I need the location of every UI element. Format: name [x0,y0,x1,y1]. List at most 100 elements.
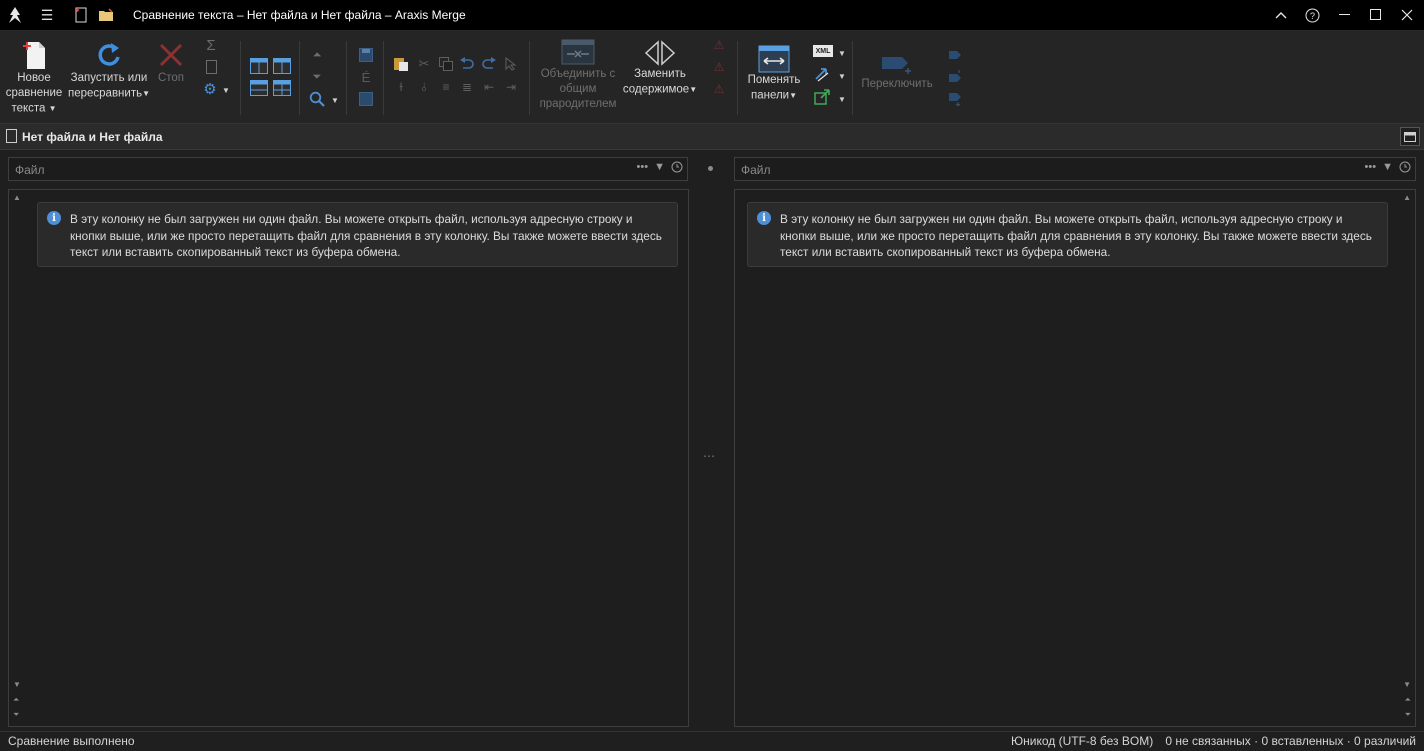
right-notice-line-1: В эту колонку не был загружен ни один фа… [780,212,1343,226]
ribbon-separator [383,41,384,115]
merge-with-ancestor-button[interactable]: Объединить с общим прародителем [536,39,620,112]
replace-content-button[interactable]: Заменить содержимое▼ [620,39,700,98]
ribbon-separator [240,41,241,115]
gear-icon[interactable]: ⚙ [202,81,218,98]
history-icon[interactable] [1399,161,1411,176]
previous-change-icon[interactable]: ⏶ [1405,695,1411,705]
last-change-icon[interactable]: ⏷ [309,69,325,85]
chevron-down-icon: ▼ [142,89,151,98]
scroll-down-icon[interactable]: ▼ [13,680,21,689]
indent-icon[interactable]: ⇥ [503,79,519,95]
open-folder-icon[interactable] [97,6,115,24]
stop-x-icon [159,43,183,67]
new-comparison-button[interactable]: Новое сравнение текста ▼ [4,39,64,117]
warning-icon[interactable]: ⚠ [711,37,727,53]
warning-previous-icon[interactable]: ⚠ [711,59,727,75]
svg-text:?: ? [1309,11,1314,21]
maximize-button[interactable] [1364,4,1388,26]
status-bar: Сравнение выполнено Юникод (UTF-8 без BO… [0,731,1424,751]
previous-change-icon[interactable]: ⏶ [13,695,19,705]
save-icon[interactable] [358,47,374,63]
left-address-bar[interactable]: Файл ••• ▼ [8,157,688,181]
left-address-placeholder: Файл [15,163,45,177]
two-pane-layout-icon[interactable] [250,58,268,74]
info-icon: i [757,211,771,225]
insert-line-above-icon[interactable]: Ɨ [393,79,409,95]
three-way-merge-icon [561,39,595,65]
first-change-icon[interactable]: ⏶ [309,47,325,63]
switch-tag-icon [882,57,911,74]
switch-label: Переключить [861,78,933,90]
document-tab-title[interactable]: Нет файла и Нет файла [22,130,163,144]
undo-icon[interactable] [459,56,475,72]
chevron-down-icon: ▼ [789,91,798,100]
merge-label-2: общим [559,83,597,95]
horizontal-layout-icon[interactable] [250,80,268,96]
title-bar: ☰ Сравнение текста – Нет файла и Нет фай… [0,0,1424,31]
right-address-bar[interactable]: Файл ••• ▼ [734,157,1416,181]
format-line-icon[interactable]: ≣ [459,79,475,95]
rerun-comparison-button[interactable]: Запустить или пересравнить▼ [66,39,152,102]
minimize-button[interactable] [1333,4,1357,26]
chevron-down-icon[interactable]: ▼ [834,45,850,61]
properties-icon[interactable] [358,91,374,107]
chevron-down-icon[interactable]: ▼ [218,82,234,98]
left-text-pane[interactable]: ▲ i В эту колонку не был загружен ни оди… [8,189,689,727]
move-last-icon[interactable] [947,91,963,107]
browse-icon[interactable]: ••• [1365,161,1377,176]
stop-button[interactable]: Стоп [154,39,188,86]
browse-icon[interactable]: ••• [637,161,649,176]
outdent-icon[interactable]: ⇤ [481,79,497,95]
warning-next-icon[interactable]: ⚠ [711,81,727,97]
copy-icon[interactable] [438,56,454,72]
scroll-up-icon[interactable]: ▲ [13,193,21,202]
next-change-icon[interactable]: ⏷ [1405,710,1411,720]
help-icon[interactable]: ? [1300,4,1324,26]
chevron-down-icon[interactable]: ▼ [834,91,850,107]
chevron-down-icon[interactable]: ▼ [327,92,343,108]
merge-label-3: прародителем [539,98,617,110]
select-cursor-icon[interactable] [503,56,519,72]
ribbon-collapse-icon[interactable] [1269,4,1293,26]
left-empty-notice: i В эту колонку не был загружен ни один … [37,202,678,267]
report-icon[interactable] [203,59,219,75]
chevron-down-icon[interactable]: ▼ [654,161,665,176]
export-icon[interactable] [814,89,830,105]
move-down-icon[interactable] [947,69,963,85]
sync-arrows-icon[interactable] [814,67,830,83]
switch-button[interactable]: Переключить [859,53,935,92]
right-notice-line-2: кнопки выше, или же просто перетащить фа… [780,228,1372,243]
insert-line-below-icon[interactable]: ⫰ [416,79,432,95]
xml-icon[interactable]: XML [813,45,833,57]
sigma-icon[interactable]: Σ [203,37,219,54]
history-icon[interactable] [671,161,683,176]
scroll-up-icon[interactable]: ▲ [1403,193,1411,202]
cut-icon[interactable]: ✂ [416,56,432,72]
ribbon-separator [737,41,738,115]
swap-panes-button[interactable]: Поменять панели▼ [744,45,804,104]
close-window-button[interactable] [1395,4,1419,26]
pane-link-indicator [708,166,713,171]
right-text-pane[interactable]: i В эту колонку не был загружен ни один … [734,189,1416,727]
paste-icon[interactable] [393,56,409,72]
pane-toggle-icon[interactable] [1400,127,1420,146]
hamburger-menu-icon[interactable]: ☰ [38,6,56,24]
move-next-icon[interactable] [947,47,963,63]
encoding-icon[interactable]: É [358,69,374,85]
araxis-logo-icon[interactable] [6,6,24,24]
new-document-icon[interactable] [72,6,90,24]
redo-icon[interactable] [481,56,497,72]
delete-line-icon[interactable]: ≡ [438,79,454,95]
ribbon-separator [529,41,530,115]
pane-splitter-grip[interactable]: ⋯ [703,449,716,463]
chevron-down-icon[interactable]: ▼ [834,68,850,84]
encoding-indicator[interactable]: Юникод (UTF-8 без BOM) [1011,734,1153,748]
search-icon[interactable] [308,90,326,108]
grid-layout-icon[interactable] [273,80,291,96]
scroll-down-icon[interactable]: ▼ [1403,680,1411,689]
three-pane-layout-icon[interactable] [273,58,291,74]
right-address-placeholder: Файл [741,163,771,177]
new-comparison-label-2: сравнение [5,87,63,99]
next-change-icon[interactable]: ⏷ [13,710,19,720]
chevron-down-icon[interactable]: ▼ [1382,161,1393,176]
